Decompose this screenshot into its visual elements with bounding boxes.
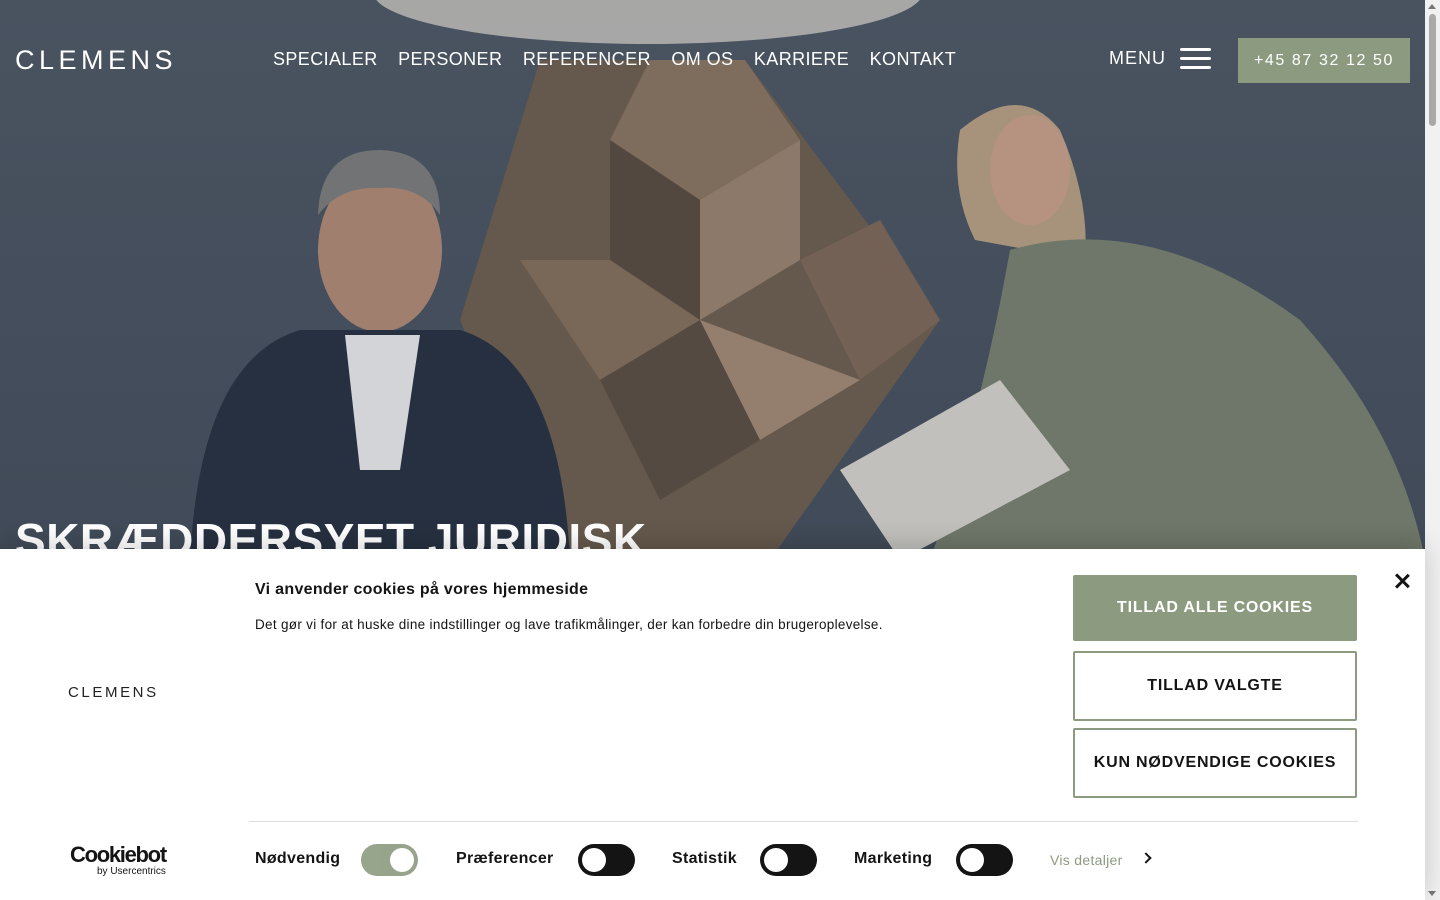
toggle-statistics[interactable] [760, 844, 817, 876]
show-details-link[interactable]: Vis detaljer [1050, 852, 1123, 868]
toggle-knob [390, 848, 414, 872]
cookiebot-byline: by Usercentrics [97, 866, 166, 877]
toggle-necessary[interactable] [361, 844, 418, 876]
toggle-marketing[interactable] [956, 844, 1013, 876]
chevron-right-icon[interactable] [1140, 852, 1152, 864]
scroll-up-arrow-icon[interactable] [1428, 4, 1436, 9]
main-nav: SPECIALER PERSONER REFERENCER OM OS KARR… [273, 47, 977, 71]
toggle-knob [960, 848, 984, 872]
nav-item-specialer[interactable]: SPECIALER [273, 47, 378, 71]
cookiebot-logo[interactable]: Cookiebot by Usercentrics [70, 842, 167, 878]
nav-item-personer[interactable]: PERSONER [398, 47, 502, 71]
toggle-knob [582, 848, 606, 872]
page-scrollbar[interactable] [1425, 0, 1440, 900]
site-logo[interactable]: CLEMENS [15, 45, 177, 75]
toggle-label-preferences: Præferencer [456, 850, 554, 867]
cookie-title: Vi anvender cookies på vores hjemmeside [255, 581, 589, 598]
cookie-description: Det gør vi for at huske dine indstilling… [255, 617, 883, 632]
toggle-label-statistics: Statistik [672, 850, 737, 867]
necessary-only-button[interactable]: KUN NØDVENDIGE COOKIES [1073, 728, 1357, 798]
scrollbar-thumb[interactable] [1429, 14, 1436, 126]
toggle-preferences[interactable] [578, 844, 635, 876]
close-icon[interactable] [1392, 571, 1412, 591]
toggle-knob [764, 848, 788, 872]
menu-label: MENU [1109, 47, 1166, 68]
cookiebot-wordmark: Cookiebot [70, 842, 167, 867]
phone-button[interactable]: +45 87 32 12 50 [1238, 38, 1410, 83]
toggle-label-necessary: Nødvendig [255, 850, 341, 867]
nav-item-om-os[interactable]: OM OS [671, 47, 733, 71]
cookie-consent-banner: CLEMENS Cookiebot by Usercentrics Vi anv… [0, 549, 1425, 900]
cookie-divider [249, 821, 1358, 822]
nav-item-referencer[interactable]: REFERENCER [523, 47, 651, 71]
allow-selected-button[interactable]: TILLAD VALGTE [1073, 651, 1357, 721]
nav-item-kontakt[interactable]: KONTAKT [870, 47, 956, 71]
cookie-banner-logo: CLEMENS [68, 684, 159, 701]
menu-button[interactable]: MENU [1109, 46, 1211, 70]
allow-all-cookies-button[interactable]: TILLAD ALLE COOKIES [1073, 575, 1357, 641]
toggle-label-marketing: Marketing [854, 850, 933, 867]
hamburger-icon [1180, 46, 1211, 70]
scroll-down-arrow-icon[interactable] [1428, 891, 1436, 896]
nav-item-karriere[interactable]: KARRIERE [754, 47, 849, 71]
